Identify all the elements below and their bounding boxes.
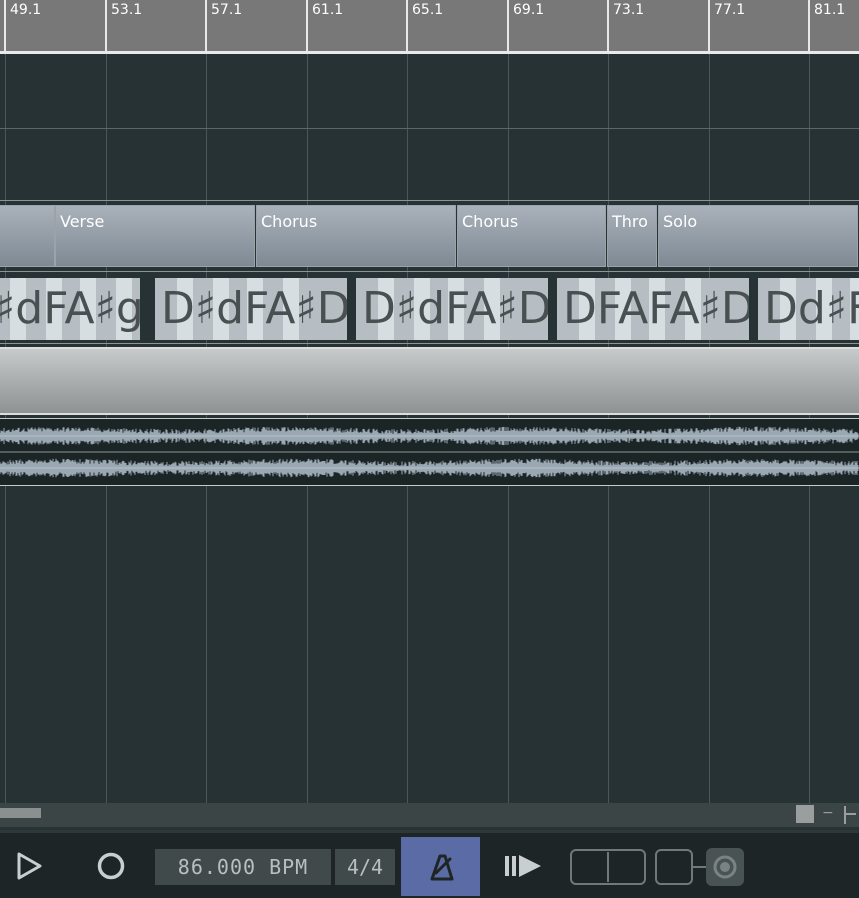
ruler-tick — [105, 0, 107, 51]
loop-range-divider — [607, 852, 609, 882]
ruler-bar-label: 49.1 — [10, 2, 42, 18]
skip-forward-icon — [505, 855, 541, 877]
chord-label: Dd♯F — [764, 283, 859, 334]
ruler-tick — [205, 0, 207, 51]
chord-region[interactable]: ♯dFA♯g — [0, 278, 140, 340]
zoom-slider-handle[interactable] — [842, 804, 856, 826]
ruler-bar-label: 69.1 — [513, 2, 545, 18]
play-button[interactable] — [12, 838, 46, 894]
ruler-tick — [4, 0, 6, 51]
arranger-section[interactable]: Thro — [607, 205, 657, 267]
punch-record-icon — [713, 855, 737, 879]
arranger-section[interactable]: Chorus — [256, 205, 456, 267]
chord-label: DFAFA♯D — [563, 283, 749, 334]
waveform — [0, 426, 859, 478]
ruler-bar-label: 81.1 — [814, 2, 846, 18]
ruler-tick — [306, 0, 308, 51]
punch-record-button[interactable] — [706, 848, 744, 886]
ruler-tick — [607, 0, 609, 51]
zoom-fit-icon[interactable] — [796, 805, 814, 823]
ruler-divider — [0, 51, 859, 54]
tempo-display[interactable]: 86.000 BPM — [155, 849, 331, 885]
zoom-out-icon[interactable]: − — [822, 805, 834, 821]
lane-divider — [0, 128, 859, 129]
punch-link — [693, 866, 706, 868]
chord-region[interactable]: DFAFA♯D — [557, 278, 749, 340]
record-button[interactable] — [94, 838, 128, 894]
timeline-ruler[interactable]: 49.1 53.1 57.1 61.1 65.1 69.1 73.1 77.1 81.1 — [0, 0, 859, 54]
ruler-bar-label: 65.1 — [412, 2, 444, 18]
record-icon — [97, 852, 125, 880]
ruler-bar-label: 73.1 — [613, 2, 645, 18]
chord-region[interactable]: Dd♯F — [758, 278, 859, 340]
chord-label: D♯dFA♯D — [161, 283, 347, 334]
horizontal-scrollbar[interactable] — [0, 803, 859, 827]
scrollbar-thumb[interactable] — [0, 808, 41, 818]
metronome-icon — [430, 854, 453, 880]
ruler-tick — [708, 0, 710, 51]
lane-divider — [0, 343, 859, 344]
arranger-section[interactable] — [0, 205, 55, 267]
chord-label: ♯dFA♯g — [0, 283, 140, 334]
play-icon — [17, 852, 42, 880]
arranger-section[interactable]: Verse — [55, 205, 255, 267]
ruler-tick — [808, 0, 810, 51]
skip-forward-button[interactable] — [500, 838, 544, 894]
lane-divider — [0, 271, 859, 272]
arranger-section[interactable]: Solo — [658, 205, 858, 267]
chord-region[interactable]: D♯dFA♯D — [155, 278, 347, 340]
volume-track[interactable] — [0, 347, 859, 415]
metronome-button[interactable] — [401, 837, 480, 896]
ruler-bar-label: 53.1 — [111, 2, 143, 18]
ruler-bar-label: 61.1 — [312, 2, 344, 18]
time-signature-display[interactable]: 4/4 — [335, 849, 395, 885]
ruler-bar-label: 57.1 — [211, 2, 243, 18]
chord-region[interactable]: D♯dFA♯D — [356, 278, 548, 340]
punch-range-button[interactable] — [655, 849, 693, 885]
audio-track[interactable] — [0, 418, 859, 486]
ruler-tick — [507, 0, 509, 51]
arranger-section[interactable]: Chorus — [457, 205, 606, 267]
ruler-tick — [406, 0, 408, 51]
ruler-bar-label: 77.1 — [714, 2, 746, 18]
lane-divider — [0, 200, 859, 201]
chord-label: D♯dFA♯D — [362, 283, 548, 334]
